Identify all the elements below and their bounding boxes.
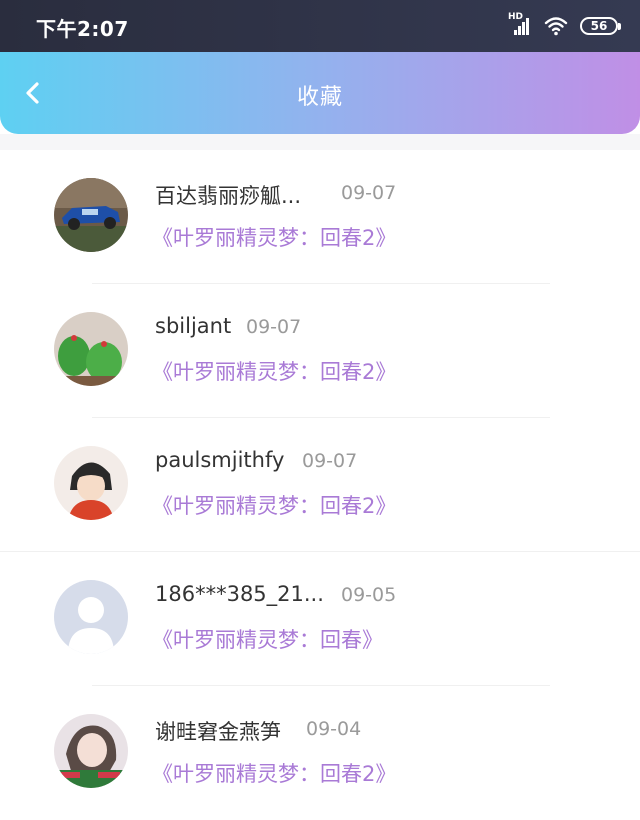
avatar[interactable] [54,580,128,654]
avatar[interactable] [54,178,128,252]
user-name: paulsmjithfy [155,448,285,472]
avatar[interactable] [54,312,128,386]
favorite-date: 09-07 [246,316,302,338]
favorite-date: 09-04 [306,718,362,740]
network-type-label: HD [508,12,524,22]
avatar[interactable] [54,446,128,520]
user-name: 谢畦窘金燕笋 [155,720,281,744]
avatar[interactable] [54,714,128,788]
header-bar: 收藏 [0,52,640,134]
list-item[interactable]: paulsmjithfy 09-07 《叶罗丽精灵梦：回春2》 [0,418,640,552]
cellular-signal-icon: HD [508,12,532,37]
battery-icon: 56 [580,17,621,35]
game-title-link[interactable]: 《叶罗丽精灵梦：回春》 [152,624,383,654]
game-title-link[interactable]: 《叶罗丽精灵梦：回春2》 [152,356,396,386]
game-title-link[interactable]: 《叶罗丽精灵梦：回春2》 [152,222,396,252]
list-item[interactable]: 186***385_21... 09-05 《叶罗丽精灵梦：回春》 [0,552,640,686]
list-item[interactable]: 谢畦窘金燕笋 09-04 《叶罗丽精灵梦：回春2》 [0,686,640,820]
battery-level: 56 [590,19,608,33]
status-bar: 下午2:07 HD 56 [0,0,640,52]
user-name: sbiljant [155,314,232,338]
list-item[interactable]: sbiljant 09-07 《叶罗丽精灵梦：回春2》 [0,284,640,418]
status-time: 下午2:07 [36,17,129,41]
status-icons: HD 56 [508,12,621,38]
favorite-date: 09-07 [341,182,397,204]
favorite-date: 09-05 [341,584,397,606]
user-name: 186***385_21... [155,582,324,606]
user-name: 百达翡丽痧觚... [155,184,302,208]
favorite-date: 09-07 [302,450,358,472]
game-title-link[interactable]: 《叶罗丽精灵梦：回春2》 [152,490,396,520]
section-gap [0,134,640,150]
wifi-icon [544,17,568,36]
game-title-link[interactable]: 《叶罗丽精灵梦：回春2》 [152,758,396,788]
page-title: 收藏 [296,85,343,110]
favorites-list: 百达翡丽痧觚... 09-07 《叶罗丽精灵梦：回春2》 sbiljant 09… [0,150,640,820]
list-item[interactable]: 百达翡丽痧觚... 09-07 《叶罗丽精灵梦：回春2》 [0,150,640,284]
